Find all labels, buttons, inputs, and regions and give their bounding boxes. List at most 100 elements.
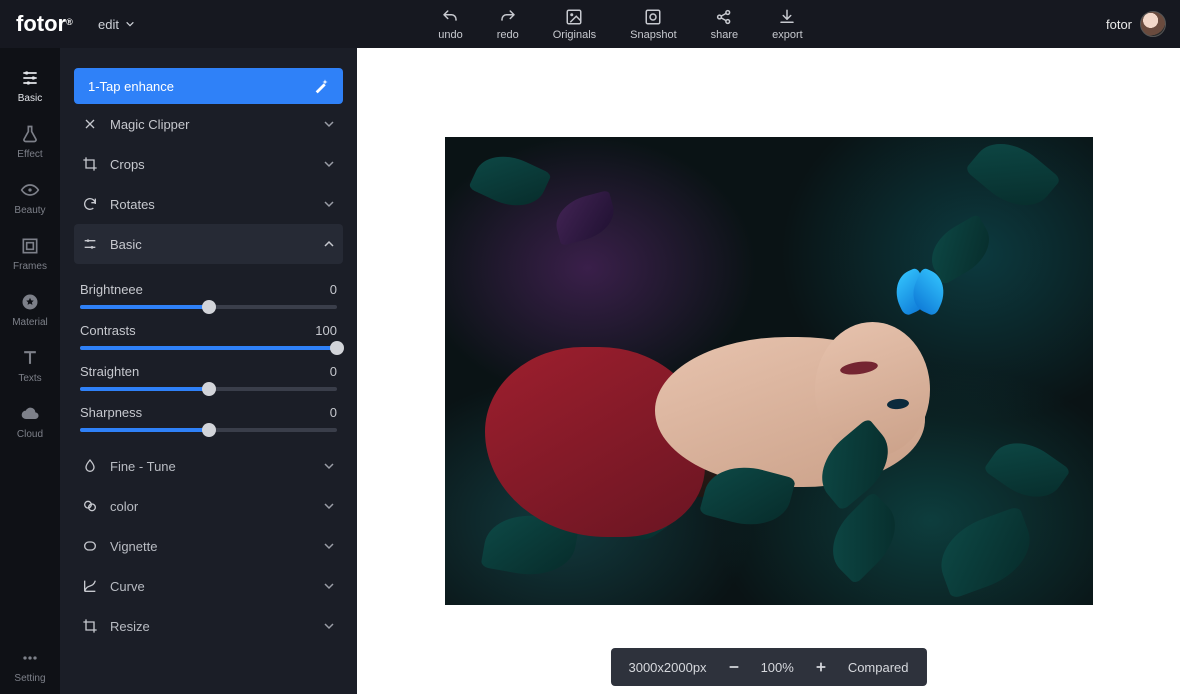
dots-icon	[20, 648, 40, 668]
rail-item-texts[interactable]: Texts	[0, 338, 60, 394]
slider-value: 0	[330, 282, 337, 297]
chevron-up-icon	[323, 238, 335, 250]
plus-icon	[814, 660, 828, 674]
image-dimensions: 3000x2000px	[628, 660, 706, 675]
tool-color[interactable]: color	[74, 486, 343, 526]
export-label: export	[772, 29, 803, 41]
tool-magic-clipper[interactable]: Magic Clipper	[74, 104, 343, 144]
category-rail: Basic Effect Beauty Frames Material Text…	[0, 48, 60, 694]
curve-icon	[82, 578, 98, 594]
slider-sharpness: Sharpness 0	[80, 405, 337, 432]
tool-fine-tune[interactable]: Fine - Tune	[74, 446, 343, 486]
rail-item-setting[interactable]: Setting	[0, 638, 60, 694]
zoom-in-button[interactable]	[814, 660, 828, 674]
canvas[interactable]	[357, 48, 1180, 694]
mode-selector[interactable]: edit	[98, 17, 135, 32]
redo-label: redo	[497, 29, 519, 41]
edited-photo	[445, 137, 1093, 605]
slider-knob[interactable]	[202, 382, 216, 396]
rotate-icon	[82, 196, 98, 212]
rail-item-material[interactable]: Material	[0, 282, 60, 338]
tool-crops[interactable]: Crops	[74, 144, 343, 184]
user-area[interactable]: fotor	[1106, 11, 1180, 37]
slider-track[interactable]	[80, 346, 337, 350]
redo-icon	[499, 8, 517, 26]
slider-track[interactable]	[80, 305, 337, 309]
zoom-out-button[interactable]	[727, 660, 741, 674]
chevron-down-icon	[323, 620, 335, 632]
minus-icon	[727, 660, 741, 674]
canvas-area: 3000x2000px 100% Compared	[357, 48, 1180, 694]
originals-button[interactable]: Originals	[553, 8, 596, 41]
share-button[interactable]: share	[711, 8, 739, 41]
slider-label: Brightneee	[80, 282, 143, 297]
rail-item-frames[interactable]: Frames	[0, 226, 60, 282]
tool-curve[interactable]: Curve	[74, 566, 343, 606]
slider-label: Straighten	[80, 364, 139, 379]
camera-icon	[644, 8, 662, 26]
tool-label: Curve	[110, 579, 311, 594]
redo-button[interactable]: redo	[497, 8, 519, 41]
slider-track[interactable]	[80, 387, 337, 391]
chevron-down-icon	[323, 158, 335, 170]
rail-label: Basic	[18, 93, 42, 104]
canvas-bottom-bar: 3000x2000px 100% Compared	[610, 648, 926, 686]
text-icon	[20, 348, 40, 368]
rail-label: Beauty	[14, 205, 45, 216]
rail-item-basic[interactable]: Basic	[0, 58, 60, 114]
undo-icon	[441, 8, 459, 26]
slider-value: 100	[315, 323, 337, 338]
username-label: fotor	[1106, 17, 1132, 32]
chevron-down-icon	[323, 500, 335, 512]
slider-contrast: Contrasts 100	[80, 323, 337, 350]
basic-sliders: Brightneee 0 Contrasts 100	[74, 264, 343, 446]
frame-icon	[20, 236, 40, 256]
undo-button[interactable]: undo	[438, 8, 462, 41]
slider-label: Contrasts	[80, 323, 136, 338]
zoom-level: 100%	[761, 660, 794, 675]
slider-knob[interactable]	[202, 423, 216, 437]
one-tap-enhance-button[interactable]: 1-Tap enhance	[74, 68, 343, 104]
slider-value: 0	[330, 405, 337, 420]
slider-value: 0	[330, 364, 337, 379]
slider-straighten: Straighten 0	[80, 364, 337, 391]
rail-item-effect[interactable]: Effect	[0, 114, 60, 170]
eye-icon	[20, 180, 40, 200]
originals-label: Originals	[553, 29, 596, 41]
rail-item-beauty[interactable]: Beauty	[0, 170, 60, 226]
rail-label: Frames	[13, 261, 47, 272]
download-icon	[778, 8, 796, 26]
slider-brightness: Brightneee 0	[80, 282, 337, 309]
tool-basic[interactable]: Basic	[74, 224, 343, 264]
share-icon	[715, 8, 733, 26]
tool-label: Magic Clipper	[110, 117, 311, 132]
app-logo: fotor®	[0, 11, 76, 37]
slider-track[interactable]	[80, 428, 337, 432]
snapshot-button[interactable]: Snapshot	[630, 8, 676, 41]
compared-button[interactable]: Compared	[848, 660, 909, 675]
chevron-down-icon	[323, 198, 335, 210]
logo-text: fotor	[16, 11, 66, 36]
enhance-label: 1-Tap enhance	[88, 79, 174, 94]
tool-resize[interactable]: Resize	[74, 606, 343, 646]
crop-icon	[82, 156, 98, 172]
undo-label: undo	[438, 29, 462, 41]
tool-vignette[interactable]: Vignette	[74, 526, 343, 566]
rail-item-cloud[interactable]: Cloud	[0, 394, 60, 450]
rail-label: Cloud	[17, 429, 43, 440]
tool-label: color	[110, 499, 311, 514]
star-circle-icon	[20, 292, 40, 312]
slider-knob[interactable]	[330, 341, 344, 355]
export-button[interactable]: export	[772, 8, 803, 41]
vignette-icon	[82, 538, 98, 554]
slider-knob[interactable]	[202, 300, 216, 314]
rail-label: Effect	[17, 149, 42, 160]
avatar	[1140, 11, 1166, 37]
cloud-icon	[20, 404, 40, 424]
rail-label: Texts	[18, 373, 41, 384]
sliders-icon	[20, 68, 40, 88]
tool-rotates[interactable]: Rotates	[74, 184, 343, 224]
rail-label: Setting	[14, 673, 45, 684]
droplet-icon	[82, 458, 98, 474]
rail-label: Material	[12, 317, 48, 328]
